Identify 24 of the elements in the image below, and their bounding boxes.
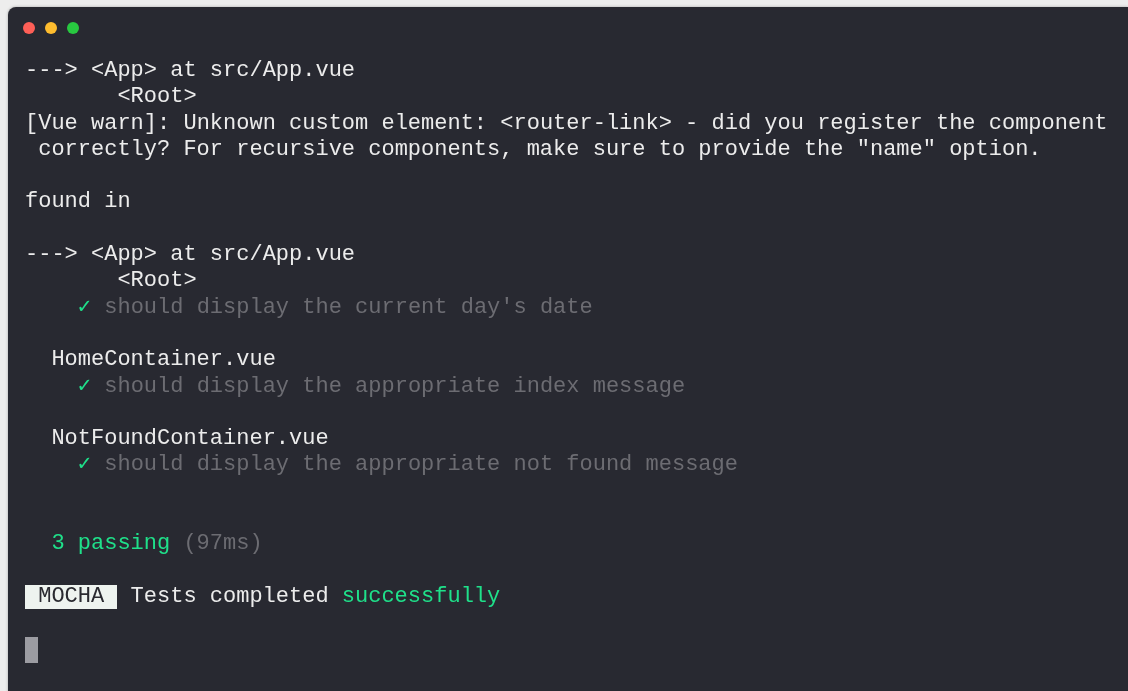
status-result: successfully xyxy=(341,583,501,611)
check-mark: ✓ xyxy=(77,373,92,400)
output-line: ---> <App> at src/App.vue xyxy=(25,58,356,83)
output-line: <Root> xyxy=(117,268,197,294)
output-line: correctly? For recursive components, make sure to provide the "name" option. xyxy=(38,136,1042,162)
minimize-button[interactable] xyxy=(45,22,57,34)
check-mark: ✓ xyxy=(77,294,92,321)
close-button[interactable] xyxy=(23,22,35,34)
output-line: ---> <App> at src/App.vue xyxy=(25,242,356,268)
suite-name: HomeContainer.vue xyxy=(51,347,276,373)
test-name: should display the appropriate index message xyxy=(104,373,686,400)
duration: (97ms) xyxy=(183,531,263,558)
mocha-badge: MOCHA xyxy=(25,585,118,610)
output-line: found in xyxy=(25,189,131,215)
output-line: <Root> xyxy=(117,84,197,110)
suite-name: NotFoundContainer.vue xyxy=(51,426,329,452)
terminal-cursor xyxy=(25,636,38,663)
status-text: Tests completed xyxy=(130,583,329,611)
test-name: should display the appropriate not found message xyxy=(104,452,738,479)
test-name: should display the current day's date xyxy=(104,294,593,321)
maximize-button[interactable] xyxy=(67,22,79,34)
check-mark: ✓ xyxy=(77,452,92,479)
passing-count: 3 passing xyxy=(51,531,171,558)
output-line: [Vue warn]: Unknown custom element: <router-link> - did you register the component xyxy=(25,110,1108,136)
